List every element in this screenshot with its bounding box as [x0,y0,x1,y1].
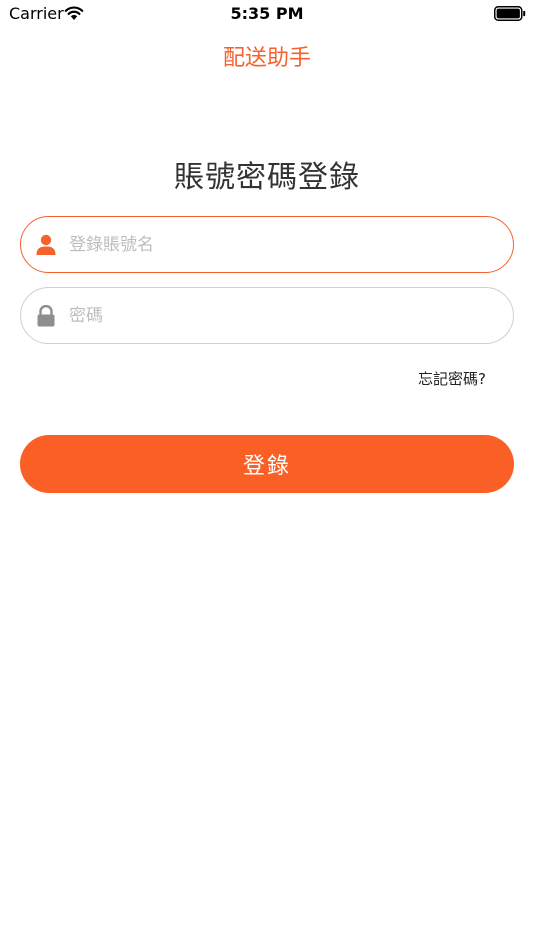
username-input[interactable] [69,224,469,265]
password-input[interactable] [69,295,469,336]
status-time: 5:35 PM [230,4,304,23]
login-button[interactable]: 登錄 [20,435,514,493]
status-bar: Carrier 5:35 PM [0,0,534,28]
page-title: 賬號密碼登錄 [174,160,360,195]
password-field[interactable] [20,287,514,344]
lock-icon [35,304,57,327]
battery-icon [494,6,526,21]
nav-title: 配送助手 [222,46,311,71]
username-field[interactable] [20,216,514,273]
login-screen: Carrier 5:35 PM 配送助手 賬號密碼登錄 登錄賬號名 忘記密碼? … [0,0,534,950]
forgot-password-link[interactable]: 忘記密碼? [418,368,486,389]
user-icon [35,234,57,256]
